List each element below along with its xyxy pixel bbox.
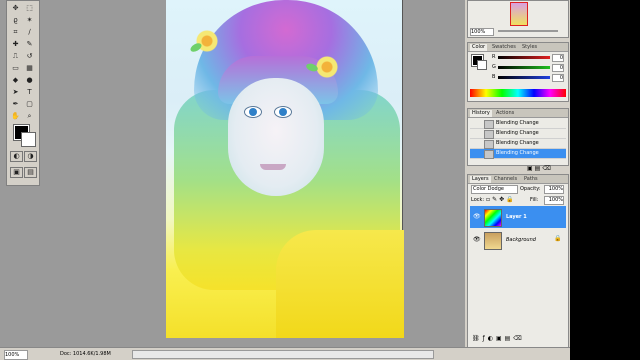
- blend-mode-select[interactable]: Color Dodge: [471, 185, 518, 194]
- toolbox: ✥ ⬚ ϱ ✶ ⌗ ∕ ✚ ✎ ⎍ ↺ ▭ ▦ ◆ ● ➤ T ✒ ▢ ✋ ⌕ …: [6, 0, 40, 186]
- panel-dock: 100% Color Swatches Styles R 0 G 0 B 0 H…: [465, 0, 570, 360]
- opacity-label: Opacity:: [520, 186, 541, 192]
- history-tabbar: History Actions: [468, 109, 568, 118]
- gradient-icon[interactable]: ▦: [24, 64, 35, 73]
- color-panel: Color Swatches Styles R 0 G 0 B 0: [467, 42, 569, 102]
- layers-panel: Layers Channels Paths Color Dodge Opacit…: [467, 174, 569, 348]
- layers-footer-icons[interactable]: ⛓ƒ◐▣▤⌫: [472, 335, 564, 343]
- tab-styles[interactable]: Styles: [520, 44, 539, 51]
- document-canvas[interactable]: [166, 0, 404, 338]
- shape-icon[interactable]: ▢: [24, 100, 35, 109]
- eye-icon[interactable]: 👁: [473, 237, 481, 243]
- photo-flower-right: [316, 56, 338, 78]
- dodge-icon[interactable]: ●: [24, 76, 35, 85]
- photo-shoulder: [276, 230, 404, 338]
- pen-icon[interactable]: ✒: [10, 100, 21, 109]
- lock-icons[interactable]: ▫✎✥🔒: [486, 196, 516, 203]
- fullscreen-icon[interactable]: ▤: [24, 167, 37, 178]
- r-slider[interactable]: [498, 56, 550, 59]
- history-state-icon: [484, 140, 494, 149]
- tab-channels[interactable]: Channels: [492, 176, 519, 183]
- photo-eye-left: [244, 106, 262, 118]
- b-value[interactable]: 0: [552, 74, 564, 82]
- history-item[interactable]: Blending Change: [470, 119, 566, 129]
- tab-paths[interactable]: Paths: [522, 176, 540, 183]
- stamp-icon[interactable]: ⎍: [10, 52, 21, 61]
- history-brush-icon[interactable]: ↺: [24, 52, 35, 61]
- quick-mask-icon[interactable]: ◐: [10, 151, 23, 162]
- layer-row-layer-1[interactable]: 👁 Layer 1: [470, 206, 566, 228]
- history-footer-icons[interactable]: ▣▤⌫: [527, 165, 563, 172]
- path-select-icon[interactable]: ➤: [10, 88, 21, 97]
- layer-thumbnail: [484, 209, 502, 227]
- fill-label: Fill:: [530, 197, 539, 203]
- navigator-zoom[interactable]: 100%: [470, 28, 494, 36]
- color-tabbar: Color Swatches Styles: [468, 43, 568, 52]
- slice-icon[interactable]: ∕: [24, 28, 35, 37]
- quick-mask-mode-icon[interactable]: ◑: [24, 151, 37, 162]
- r-label: R: [492, 54, 496, 60]
- photoshop-window: ✥ ⬚ ϱ ✶ ⌗ ∕ ✚ ✎ ⎍ ↺ ▭ ▦ ◆ ● ➤ T ✒ ▢ ✋ ⌕ …: [0, 0, 570, 360]
- fill-input[interactable]: 100%: [544, 196, 564, 205]
- layer-thumbnail: [484, 232, 502, 250]
- tab-history[interactable]: History: [470, 110, 492, 117]
- g-value[interactable]: 0: [552, 64, 564, 72]
- layer-name: Layer 1: [506, 214, 527, 220]
- tab-swatches[interactable]: Swatches: [490, 44, 518, 51]
- tab-actions[interactable]: Actions: [494, 110, 516, 117]
- magic-wand-icon[interactable]: ✶: [24, 16, 35, 25]
- status-zoom[interactable]: 100%: [4, 350, 28, 360]
- horizontal-scrollbar[interactable]: [132, 350, 434, 359]
- history-item[interactable]: Blending Change: [470, 129, 566, 139]
- layers-tabbar: Layers Channels Paths: [468, 175, 568, 184]
- photo-eye-right: [274, 106, 292, 118]
- history-panel: History Actions Blending Change Blending…: [467, 108, 569, 166]
- background-color-swatch[interactable]: [21, 132, 36, 147]
- lock-icon: 🔒: [554, 235, 562, 242]
- layer-row-background[interactable]: 👁 Background 🔒: [470, 229, 566, 251]
- healing-icon[interactable]: ✚: [10, 40, 21, 49]
- brush-icon[interactable]: ✎: [24, 40, 35, 49]
- history-item[interactable]: Blending Change: [470, 139, 566, 149]
- color-bg-swatch[interactable]: [477, 60, 487, 70]
- move-icon[interactable]: ✥: [10, 4, 21, 13]
- layer-name: Background: [506, 237, 536, 243]
- blur-icon[interactable]: ◆: [10, 76, 21, 85]
- eye-icon[interactable]: 👁: [473, 214, 481, 220]
- color-spectrum-ramp[interactable]: [470, 89, 566, 97]
- history-state-icon: [484, 130, 494, 139]
- lasso-icon[interactable]: ϱ: [10, 16, 21, 25]
- marquee-icon[interactable]: ⬚: [24, 4, 35, 13]
- eraser-icon[interactable]: ▭: [10, 64, 21, 73]
- history-item-selected[interactable]: Blending Change: [470, 149, 566, 159]
- lock-label: Lock:: [471, 197, 485, 203]
- g-label: G: [492, 64, 496, 70]
- type-icon[interactable]: T: [24, 88, 35, 97]
- b-label: B: [492, 74, 496, 80]
- tab-color[interactable]: Color: [470, 44, 488, 51]
- screen-mode-icon[interactable]: ▣: [10, 167, 23, 178]
- photo-mouth: [260, 164, 286, 170]
- hand-icon[interactable]: ✋: [10, 112, 21, 121]
- navigator-panel: 100%: [467, 0, 569, 38]
- g-slider[interactable]: [498, 66, 550, 69]
- status-doc-size: Doc: 1014.6K/1.98M: [60, 351, 111, 357]
- history-state-icon: [484, 150, 494, 159]
- b-slider[interactable]: [498, 76, 550, 79]
- navigator-thumbnail[interactable]: [510, 2, 528, 26]
- opacity-input[interactable]: 100%: [544, 185, 564, 194]
- photo-face: [228, 78, 324, 196]
- r-value[interactable]: 0: [552, 54, 564, 62]
- navigator-zoom-slider[interactable]: [498, 30, 558, 32]
- zoom-icon[interactable]: ⌕: [24, 112, 35, 121]
- history-state-icon: [484, 120, 494, 129]
- tab-layers[interactable]: Layers: [470, 176, 491, 183]
- crop-icon[interactable]: ⌗: [10, 28, 21, 37]
